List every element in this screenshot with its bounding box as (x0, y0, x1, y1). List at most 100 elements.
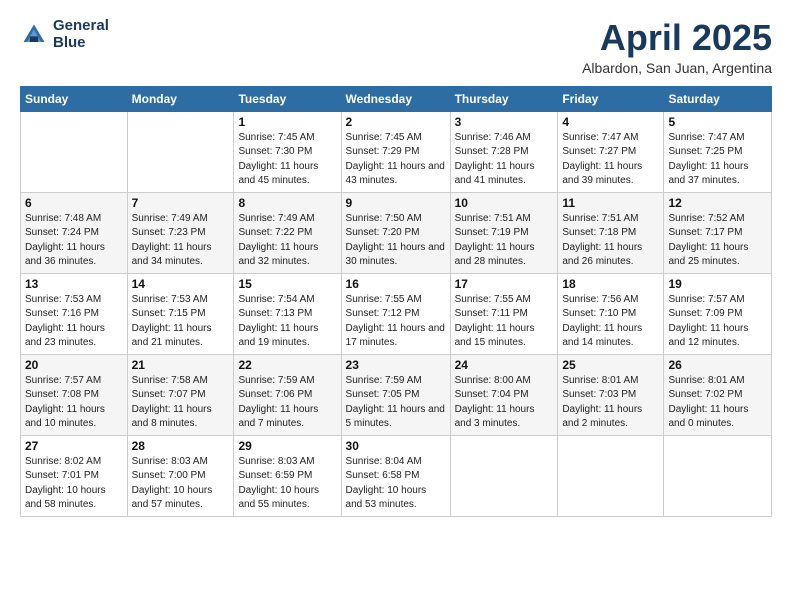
calendar-week-row: 13Sunrise: 7:53 AM Sunset: 7:16 PM Dayli… (21, 273, 772, 354)
day-info: Sunrise: 7:55 AM Sunset: 7:12 PM Dayligh… (346, 293, 446, 351)
calendar-cell: 23 Sunrise: 7:59 AM Sunset: 7:05 PM Dayli… (341, 354, 450, 435)
calendar-cell: 4Sunrise: 7:47 AM Sunset: 7:27 PM Daylig… (558, 111, 664, 192)
calendar-cell: 15 Sunrise: 7:54 AM Sunset: 7:13 PM Dayli… (234, 273, 341, 354)
calendar-cell: 12Sunrise: 7:52 AM Sunset: 7:17 PM Dayli… (664, 192, 772, 273)
logo-text: General Blue (53, 18, 109, 51)
day-number: 29 (238, 439, 336, 453)
day-number: 23 (346, 358, 446, 372)
calendar-header-sunday: Sunday (21, 86, 128, 111)
day-number: 11 (562, 196, 659, 210)
day-info: Sunrise: 8:04 AM Sunset: 6:58 PM Dayligh… (346, 455, 446, 513)
day-info: Sunrise: 7:50 AM Sunset: 7:20 PM Dayligh… (346, 212, 446, 270)
day-number: 8 (238, 196, 336, 210)
calendar-cell: 25 Sunrise: 8:01 AM Sunset: 7:03 PM Dayli… (558, 354, 664, 435)
day-number: 25 (562, 358, 659, 372)
calendar-cell: 18 Sunrise: 7:56 AM Sunset: 7:10 PM Dayli… (558, 273, 664, 354)
day-info: Sunrise: 7:47 AM Sunset: 7:25 PM Dayligh… (668, 131, 767, 189)
day-info: Sunrise: 7:57 AM Sunset: 7:08 PM Dayligh… (25, 374, 123, 432)
calendar-cell: 10 Sunrise: 7:51 AM Sunset: 7:19 PM Dayli… (450, 192, 558, 273)
day-number: 19 (668, 277, 767, 291)
calendar-cell: 27 Sunrise: 8:02 AM Sunset: 7:01 PM Dayli… (21, 435, 128, 516)
day-info: Sunrise: 7:57 AM Sunset: 7:09 PM Dayligh… (668, 293, 767, 351)
day-number: 15 (238, 277, 336, 291)
calendar-week-row: 27 Sunrise: 8:02 AM Sunset: 7:01 PM Dayli… (21, 435, 772, 516)
calendar-cell: 26 Sunrise: 8:01 AM Sunset: 7:02 PM Dayli… (664, 354, 772, 435)
calendar-cell: 29Sunrise: 8:03 AM Sunset: 6:59 PM Dayli… (234, 435, 341, 516)
calendar-cell: 14 Sunrise: 7:53 AM Sunset: 7:15 PM Dayli… (127, 273, 234, 354)
day-info: Sunrise: 7:51 AM Sunset: 7:19 PM Dayligh… (455, 212, 554, 270)
month-title: April 2025 (582, 18, 772, 58)
day-info: Sunrise: 7:55 AM Sunset: 7:11 PM Dayligh… (455, 293, 554, 351)
day-number: 28 (132, 439, 230, 453)
day-number: 4 (562, 115, 659, 129)
calendar-header-friday: Friday (558, 86, 664, 111)
day-info: Sunrise: 7:59 AM Sunset: 7:05 PM Dayligh… (346, 374, 446, 432)
day-number: 18 (562, 277, 659, 291)
day-number: 16 (346, 277, 446, 291)
calendar-cell: 1 Sunrise: 7:45 AM Sunset: 7:30 PM Daylig… (234, 111, 341, 192)
calendar-cell: 24Sunrise: 8:00 AM Sunset: 7:04 PM Dayli… (450, 354, 558, 435)
calendar-header-thursday: Thursday (450, 86, 558, 111)
header: General Blue April 2025 Albardon, San Ju… (20, 18, 772, 76)
calendar-header-monday: Monday (127, 86, 234, 111)
calendar-cell: 8 Sunrise: 7:49 AM Sunset: 7:22 PM Daylig… (234, 192, 341, 273)
day-number: 2 (346, 115, 446, 129)
day-number: 3 (455, 115, 554, 129)
day-info: Sunrise: 7:59 AM Sunset: 7:06 PM Dayligh… (238, 374, 336, 432)
day-info: Sunrise: 7:58 AM Sunset: 7:07 PM Dayligh… (132, 374, 230, 432)
calendar-cell: 30 Sunrise: 8:04 AM Sunset: 6:58 PM Dayli… (341, 435, 450, 516)
calendar-header-saturday: Saturday (664, 86, 772, 111)
day-info: Sunrise: 8:00 AM Sunset: 7:04 PM Dayligh… (455, 374, 554, 432)
day-number: 30 (346, 439, 446, 453)
day-number: 26 (668, 358, 767, 372)
day-info: Sunrise: 7:48 AM Sunset: 7:24 PM Dayligh… (25, 212, 123, 270)
calendar-cell: 3Sunrise: 7:46 AM Sunset: 7:28 PM Daylig… (450, 111, 558, 192)
day-info: Sunrise: 8:01 AM Sunset: 7:03 PM Dayligh… (562, 374, 659, 432)
day-number: 10 (455, 196, 554, 210)
calendar-cell: 21Sunrise: 7:58 AM Sunset: 7:07 PM Dayli… (127, 354, 234, 435)
day-info: Sunrise: 8:02 AM Sunset: 7:01 PM Dayligh… (25, 455, 123, 513)
day-number: 17 (455, 277, 554, 291)
day-number: 6 (25, 196, 123, 210)
calendar-cell: 22 Sunrise: 7:59 AM Sunset: 7:06 PM Dayli… (234, 354, 341, 435)
day-info: Sunrise: 7:56 AM Sunset: 7:10 PM Dayligh… (562, 293, 659, 351)
calendar-cell: 20 Sunrise: 7:57 AM Sunset: 7:08 PM Dayli… (21, 354, 128, 435)
day-number: 9 (346, 196, 446, 210)
day-info: Sunrise: 7:49 AM Sunset: 7:23 PM Dayligh… (132, 212, 230, 270)
day-info: Sunrise: 7:53 AM Sunset: 7:15 PM Dayligh… (132, 293, 230, 351)
day-info: Sunrise: 8:01 AM Sunset: 7:02 PM Dayligh… (668, 374, 767, 432)
calendar-cell (450, 435, 558, 516)
day-number: 1 (238, 115, 336, 129)
calendar-cell: 2 Sunrise: 7:45 AM Sunset: 7:29 PM Daylig… (341, 111, 450, 192)
calendar-week-row: 6 Sunrise: 7:48 AM Sunset: 7:24 PM Daylig… (21, 192, 772, 273)
calendar-cell (664, 435, 772, 516)
day-number: 20 (25, 358, 123, 372)
calendar-week-row: 20 Sunrise: 7:57 AM Sunset: 7:08 PM Dayli… (21, 354, 772, 435)
location: Albardon, San Juan, Argentina (582, 60, 772, 76)
day-info: Sunrise: 7:45 AM Sunset: 7:29 PM Dayligh… (346, 131, 446, 189)
page: General Blue April 2025 Albardon, San Ju… (0, 0, 792, 612)
day-number: 7 (132, 196, 230, 210)
calendar-cell: 7 Sunrise: 7:49 AM Sunset: 7:23 PM Daylig… (127, 192, 234, 273)
calendar-cell: 5Sunrise: 7:47 AM Sunset: 7:25 PM Daylig… (664, 111, 772, 192)
calendar-cell: 6 Sunrise: 7:48 AM Sunset: 7:24 PM Daylig… (21, 192, 128, 273)
calendar-cell: 9 Sunrise: 7:50 AM Sunset: 7:20 PM Daylig… (341, 192, 450, 273)
logo: General Blue (20, 18, 109, 51)
day-info: Sunrise: 7:49 AM Sunset: 7:22 PM Dayligh… (238, 212, 336, 270)
calendar-cell (21, 111, 128, 192)
calendar-cell: 19 Sunrise: 7:57 AM Sunset: 7:09 PM Dayli… (664, 273, 772, 354)
calendar-cell: 17 Sunrise: 7:55 AM Sunset: 7:11 PM Dayli… (450, 273, 558, 354)
calendar-cell (558, 435, 664, 516)
title-block: April 2025 Albardon, San Juan, Argentina (582, 18, 772, 76)
day-info: Sunrise: 8:03 AM Sunset: 7:00 PM Dayligh… (132, 455, 230, 513)
day-number: 27 (25, 439, 123, 453)
calendar-cell: 13Sunrise: 7:53 AM Sunset: 7:16 PM Dayli… (21, 273, 128, 354)
calendar-header-wednesday: Wednesday (341, 86, 450, 111)
calendar-week-row: 1 Sunrise: 7:45 AM Sunset: 7:30 PM Daylig… (21, 111, 772, 192)
day-number: 14 (132, 277, 230, 291)
day-info: Sunrise: 7:53 AM Sunset: 7:16 PM Dayligh… (25, 293, 123, 351)
calendar-header-row: SundayMondayTuesdayWednesdayThursdayFrid… (21, 86, 772, 111)
day-info: Sunrise: 7:45 AM Sunset: 7:30 PM Dayligh… (238, 131, 336, 189)
day-number: 22 (238, 358, 336, 372)
day-info: Sunrise: 7:54 AM Sunset: 7:13 PM Dayligh… (238, 293, 336, 351)
